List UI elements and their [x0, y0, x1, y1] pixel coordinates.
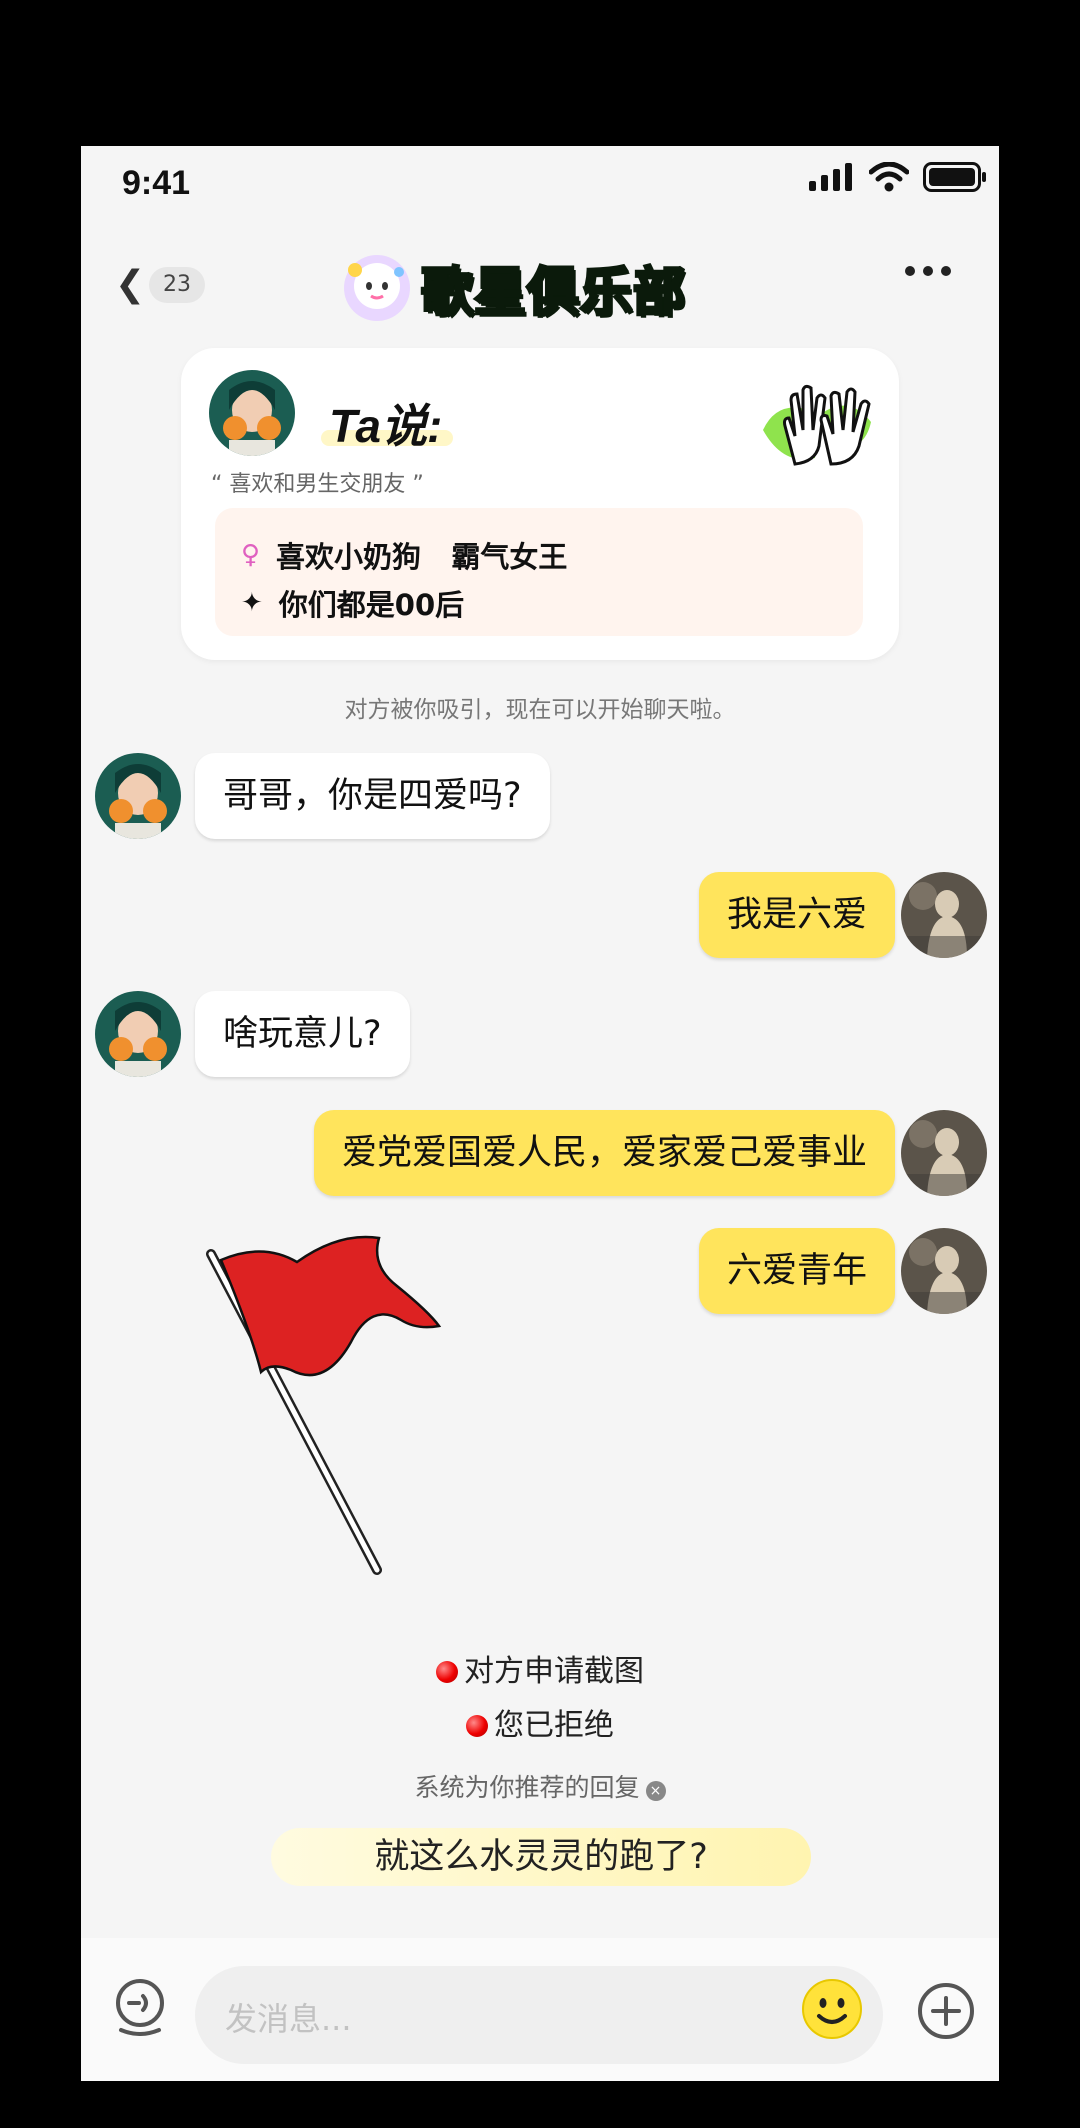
- screenshot-request-text: 对方申请截图: [464, 1654, 644, 1689]
- red-flag-sticker[interactable]: [201, 1232, 541, 1592]
- card-title: Ta说:: [329, 400, 443, 452]
- tag-preference: 喜欢小奶狗 霸气女王: [276, 540, 568, 574]
- female-icon: ♀: [241, 540, 261, 570]
- battery-icon: [923, 162, 986, 192]
- group-name: 歌星俱乐部: [419, 262, 687, 325]
- partner-avatar[interactable]: [95, 991, 181, 1077]
- high-five-icon: [763, 384, 871, 466]
- status-icons: [809, 162, 987, 192]
- message-bubble[interactable]: 哥哥，你是四爱吗?: [195, 753, 550, 839]
- my-avatar[interactable]: [901, 872, 987, 958]
- more-icon[interactable]: [905, 266, 951, 276]
- recommended-reply[interactable]: 就这么水灵灵的跑了?: [271, 1828, 811, 1886]
- voice-switch-icon[interactable]: [111, 1976, 169, 2036]
- message-bubble[interactable]: 六爱青年: [698, 1228, 895, 1314]
- message-row: 我是六爱: [698, 872, 987, 958]
- common-tags: ♀ 喜欢小奶狗 霸气女王 ✦ 你们都是00后: [215, 508, 863, 636]
- chat-screen: 9:41 ❮ 23 歌星俱乐部 Ta说: “ 喜欢和男生交朋友 ” ♀ 喜欢小奶…: [81, 146, 999, 2081]
- recommend-label-text: 系统为你推荐的回复: [414, 1773, 640, 1802]
- screenshot-rejected: 您已拒绝: [81, 1700, 999, 1744]
- message-bubble[interactable]: 我是六爱: [698, 872, 895, 958]
- message-row: 哥哥，你是四爱吗?: [95, 753, 550, 839]
- recommend-label: 系统为你推荐的回复 ×: [81, 1768, 999, 1804]
- tag-row-preference: ♀ 喜欢小奶狗 霸气女王: [241, 534, 567, 576]
- signal-icon: [809, 163, 852, 191]
- red-dot-icon: [466, 1715, 488, 1737]
- status-time: 9:41: [122, 164, 191, 202]
- my-avatar[interactable]: [901, 1110, 987, 1196]
- message-input-placeholder: 发消息...: [225, 2000, 352, 2038]
- group-title: 歌星俱乐部: [341, 250, 687, 325]
- mascot-icon: [344, 254, 410, 321]
- partner-quote: “ 喜欢和男生交朋友 ”: [211, 472, 424, 497]
- tag-row-age: ✦ 你们都是00后: [241, 582, 464, 624]
- sparkle-icon: ✦: [241, 588, 263, 618]
- wifi-icon: [869, 162, 909, 192]
- back-icon[interactable]: ❮: [115, 264, 145, 305]
- close-icon[interactable]: ×: [645, 1781, 666, 1801]
- plus-icon[interactable]: [917, 1982, 975, 2040]
- my-avatar[interactable]: [901, 1228, 987, 1314]
- system-note: 对方被你吸引，现在可以开始聊天啦。: [344, 697, 736, 723]
- message-bubble[interactable]: 啥玩意儿?: [195, 991, 410, 1077]
- message-row: 六爱青年: [698, 1228, 987, 1314]
- unread-count-badge[interactable]: 23: [149, 267, 205, 303]
- input-bar: 发消息...: [81, 1938, 999, 2081]
- message-input[interactable]: 发消息...: [195, 1966, 883, 2064]
- red-dot-icon: [436, 1661, 458, 1683]
- tag-age: 你们都是00后: [278, 588, 465, 622]
- message-row: 爱党爱国爱人民，爱家爱己爱事业: [313, 1110, 987, 1196]
- profile-card: Ta说: “ 喜欢和男生交朋友 ” ♀ 喜欢小奶狗 霸气女王 ✦ 你们都是00后: [181, 348, 899, 660]
- partner-avatar[interactable]: [95, 753, 181, 839]
- partner-avatar[interactable]: [209, 370, 295, 456]
- message-row: 啥玩意儿?: [95, 991, 410, 1077]
- message-bubble[interactable]: 爱党爱国爱人民，爱家爱己爱事业: [313, 1110, 895, 1196]
- screenshot-rejected-text: 您已拒绝: [494, 1708, 614, 1743]
- screenshot-request: 对方申请截图: [81, 1646, 999, 1690]
- emoji-icon[interactable]: [801, 1978, 863, 2040]
